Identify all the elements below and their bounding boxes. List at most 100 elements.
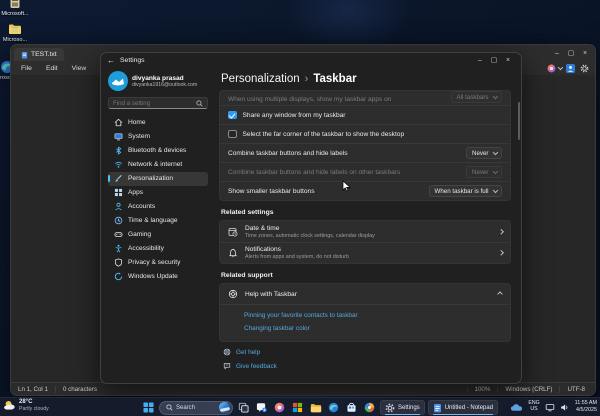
- photos-button[interactable]: [362, 400, 377, 415]
- copilot-icon: [274, 402, 285, 413]
- taskbar-settings-app[interactable]: Settings: [380, 400, 425, 415]
- settings-maximize-button[interactable]: ▢: [487, 55, 501, 66]
- sidebar-item-apps[interactable]: Apps: [108, 186, 208, 200]
- sidebar-item-gaming[interactable]: Gaming: [108, 228, 208, 242]
- notepad-tab[interactable]: TEST.txt: [14, 48, 64, 61]
- bing-daily-image: [219, 402, 230, 413]
- checkbox-unchecked-icon[interactable]: [228, 130, 237, 139]
- related-support-card: Help with Taskbar Pinning your favorite …: [219, 283, 511, 342]
- shortcut-file-icon: [8, 0, 22, 10]
- breadcrumb-parent[interactable]: Personalization: [221, 73, 300, 85]
- feedback-icon: [223, 362, 231, 370]
- status-cursor-position: Ln 1, Col 1: [11, 386, 56, 393]
- desktop-icon-1[interactable]: Microsoft...: [0, 0, 32, 17]
- search-label: Search: [176, 405, 195, 411]
- taskbar-notepad-app[interactable]: Untitled - Notepad: [428, 400, 498, 415]
- store-icon: [346, 402, 357, 413]
- settings-search-box[interactable]: [108, 97, 208, 109]
- weather-temp: 28°C: [19, 399, 49, 406]
- sidebar-item-personalization[interactable]: Personalization: [108, 172, 208, 186]
- language-indicator[interactable]: ENG US: [528, 401, 539, 413]
- start-button[interactable]: [141, 400, 156, 415]
- notepad-close-button[interactable]: ×: [578, 48, 592, 59]
- dropdown-combine-buttons[interactable]: Never: [466, 147, 502, 159]
- system-icon: [114, 132, 123, 141]
- copilot-icon: [547, 64, 556, 73]
- volume-icon[interactable]: [560, 403, 570, 412]
- link-changing-taskbar-color[interactable]: Changing taskbar color: [244, 325, 502, 332]
- related-notifications[interactable]: NotificationsAlerts from apps and system…: [220, 242, 510, 263]
- settings-gear-icon: [385, 403, 395, 413]
- windows-start-icon: [143, 402, 154, 413]
- account-icon[interactable]: [566, 64, 575, 73]
- chevron-down-icon: [557, 65, 562, 70]
- taskbar-search[interactable]: Search: [159, 401, 233, 415]
- account-block[interactable]: divyanka prasad divyanka1916@outlook.com: [108, 71, 208, 91]
- desktop-icon-2[interactable]: Microso...: [0, 22, 32, 43]
- settings-sidebar: divyanka prasad divyanka1916@outlook.com…: [101, 68, 213, 383]
- network-icon[interactable]: [545, 403, 555, 412]
- menu-view[interactable]: View: [66, 63, 93, 74]
- help-with-taskbar-row[interactable]: Help with Taskbar: [220, 284, 510, 304]
- menu-file[interactable]: File: [15, 63, 38, 74]
- sidebar-item-privacy[interactable]: Privacy & security: [108, 256, 208, 270]
- edge-button[interactable]: [326, 400, 341, 415]
- chat-button[interactable]: [254, 400, 269, 415]
- file-explorer-button[interactable]: [308, 400, 323, 415]
- checkbox-checked-icon[interactable]: [228, 111, 237, 120]
- sidebar-item-home[interactable]: Home: [108, 116, 208, 130]
- onedrive-icon[interactable]: [510, 403, 523, 412]
- desktop-icon-label: Microso...: [0, 37, 32, 43]
- setting-row-multiple-displays: When using multiple displays, show my ta…: [220, 91, 510, 105]
- weather-widget[interactable]: 28°C Partly cloudy: [3, 399, 49, 412]
- sidebar-item-accounts[interactable]: Accounts: [108, 200, 208, 214]
- search-input[interactable]: [113, 100, 196, 107]
- scrollbar-thumb[interactable]: [518, 102, 521, 140]
- copilot-button[interactable]: [547, 64, 562, 73]
- setting-row-combine-other: Combine taskbar buttons and hide labels …: [220, 162, 510, 181]
- store-button[interactable]: [344, 400, 359, 415]
- weather-condition: Partly cloudy: [19, 406, 49, 412]
- notepad-minimize-button[interactable]: –: [550, 48, 564, 59]
- related-settings-card: Date & timeTime zones, automatic clock s…: [219, 220, 511, 264]
- chevron-right-icon: [498, 229, 503, 234]
- gear-icon[interactable]: [580, 64, 589, 73]
- notepad-maximize-button[interactable]: ▢: [564, 48, 578, 59]
- settings-title: Settings: [120, 57, 145, 64]
- sidebar-item-windows-update[interactable]: Windows Update: [108, 270, 208, 284]
- status-line-ending: Windows (CRLF): [497, 386, 559, 393]
- sidebar-item-accessibility[interactable]: Accessibility: [108, 242, 208, 256]
- settings-titlebar[interactable]: ← Settings – ▢ ×: [101, 53, 521, 68]
- copilot-button[interactable]: [272, 400, 287, 415]
- get-help-link[interactable]: Get help: [223, 348, 511, 356]
- link-pinning-contacts[interactable]: Pinning your favorite contacts to taskba…: [244, 312, 502, 319]
- dropdown-combine-other: Never: [466, 166, 502, 178]
- notepad-app-icon: [433, 403, 442, 413]
- related-date-time[interactable]: Date & timeTime zones, automatic clock s…: [220, 221, 510, 242]
- sidebar-item-network[interactable]: Network & internet: [108, 158, 208, 172]
- back-icon[interactable]: ←: [107, 56, 115, 65]
- person-icon: [114, 202, 123, 211]
- related-settings-header: Related settings: [221, 209, 509, 216]
- chevron-up-icon: [497, 292, 502, 297]
- sidebar-item-time-language[interactable]: Time & language: [108, 214, 208, 228]
- sidebar-item-system[interactable]: System: [108, 130, 208, 144]
- microsoft-365-button[interactable]: [290, 400, 305, 415]
- sidebar-item-bluetooth[interactable]: Bluetooth & devices: [108, 144, 208, 158]
- microsoft-365-icon: [292, 402, 303, 413]
- menu-edit[interactable]: Edit: [40, 63, 64, 74]
- settings-minimize-button[interactable]: –: [473, 55, 487, 66]
- task-view-button[interactable]: [236, 400, 251, 415]
- taskbar: 28°C Partly cloudy Search: [0, 397, 600, 416]
- wifi-icon: [114, 160, 123, 169]
- taskbar-notepad-label: Untitled - Notepad: [445, 405, 493, 411]
- help-ring-icon: [228, 289, 238, 299]
- language-region: US: [528, 407, 539, 413]
- dropdown-smaller-buttons[interactable]: When taskbar is full: [429, 185, 503, 197]
- photos-icon: [364, 402, 375, 413]
- bluetooth-icon: [114, 146, 123, 155]
- chevron-right-icon: [498, 251, 503, 256]
- taskbar-clock[interactable]: 11:55 AM 4/5/2025: [575, 400, 597, 414]
- give-feedback-link[interactable]: Give feedback: [223, 362, 511, 370]
- settings-close-button[interactable]: ×: [501, 55, 515, 66]
